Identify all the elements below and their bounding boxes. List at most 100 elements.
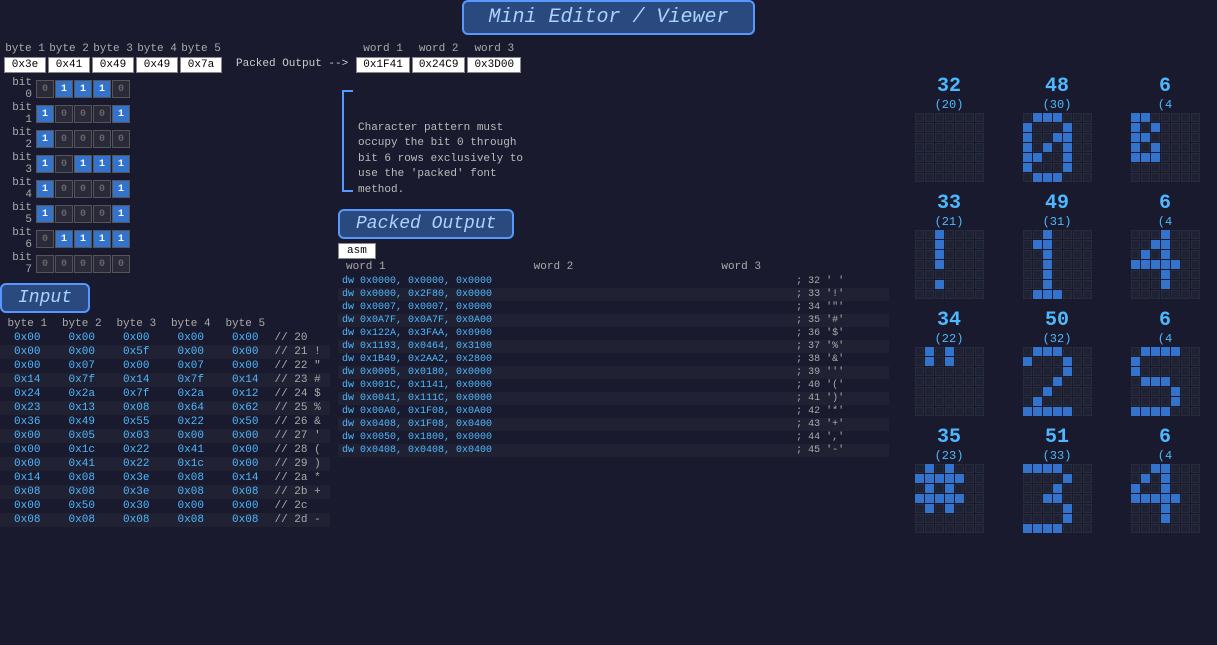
pixel-cell bbox=[945, 230, 954, 239]
packed-dw-cell: dw 0x0007, 0x0007, 0x0000 bbox=[338, 301, 751, 314]
bit-cell: 1 bbox=[74, 155, 92, 173]
pixel-cell bbox=[925, 250, 934, 259]
app-title: Mini Editor / Viewer bbox=[462, 0, 754, 35]
pixel-cell bbox=[1181, 397, 1190, 406]
pixel-cell bbox=[1151, 240, 1160, 249]
pixel-cell bbox=[1131, 387, 1140, 396]
pixel-cell bbox=[945, 377, 954, 386]
pixel-cell bbox=[1033, 474, 1042, 483]
bit-cell: 1 bbox=[112, 105, 130, 123]
pixel-cell bbox=[1073, 133, 1082, 142]
pixel-cell bbox=[935, 153, 944, 162]
pixel-cell bbox=[1141, 377, 1150, 386]
table-cell: 0x00 bbox=[164, 429, 219, 443]
pixel-cell bbox=[1191, 357, 1200, 366]
pixel-cell bbox=[1161, 347, 1170, 356]
pixel-cell bbox=[1053, 494, 1062, 503]
pixel-cell bbox=[1141, 504, 1150, 513]
pixel-cell bbox=[1023, 270, 1032, 279]
packed-dw-cell: dw 0x1B49, 0x2AA2, 0x2800 bbox=[338, 353, 751, 366]
bit-cell: 0 bbox=[112, 255, 130, 273]
pixel-cell bbox=[1043, 357, 1052, 366]
char-number-big: 48 bbox=[1045, 77, 1069, 97]
pixel-cell bbox=[975, 367, 984, 376]
pixel-cell bbox=[1033, 153, 1042, 162]
table-row: 0x000x000x000x000x00// 20 bbox=[0, 331, 330, 345]
pixel-cell bbox=[945, 484, 954, 493]
packed-comment-cell: ; 45 '-' bbox=[751, 444, 889, 457]
pixel-cell bbox=[945, 474, 954, 483]
pixel-cell bbox=[1141, 123, 1150, 132]
pixel-cell bbox=[965, 397, 974, 406]
pixel-cell bbox=[975, 230, 984, 239]
pixel-cell bbox=[1141, 153, 1150, 162]
table-row: dw 0x122A, 0x3FAA, 0x0900; 36 '$' bbox=[338, 327, 889, 340]
pixel-cell bbox=[1033, 123, 1042, 132]
asm-tab[interactable]: asm bbox=[338, 243, 376, 259]
pixel-cell bbox=[1043, 524, 1052, 533]
pixel-cell bbox=[955, 113, 964, 122]
pixel-cell bbox=[1131, 397, 1140, 406]
pixel-cell bbox=[1131, 280, 1140, 289]
pixel-cell bbox=[1171, 484, 1180, 493]
bit-cell: 1 bbox=[112, 230, 130, 248]
pixel-cell bbox=[935, 163, 944, 172]
pixel-cell bbox=[1073, 464, 1082, 473]
input-label: Input bbox=[0, 283, 90, 313]
table-cell: 0x14 bbox=[218, 373, 273, 387]
pixel-cell bbox=[945, 387, 954, 396]
pixel-cell bbox=[1033, 494, 1042, 503]
packed-output-label: Packed Output bbox=[338, 209, 514, 239]
pixel-cell bbox=[1141, 270, 1150, 279]
pixel-cell bbox=[955, 514, 964, 523]
pixel-cell bbox=[1161, 357, 1170, 366]
pixel-cell bbox=[1073, 474, 1082, 483]
pixel-cell bbox=[975, 250, 984, 259]
word-outputs-header: word 1 0x1F41 word 2 0x24C9 word 3 0x3D0… bbox=[356, 43, 521, 73]
pixel-cell bbox=[1131, 484, 1140, 493]
bit-cell: 0 bbox=[74, 205, 92, 223]
pixel-cell bbox=[1023, 153, 1032, 162]
pixel-cell bbox=[1023, 377, 1032, 386]
pixel-cell bbox=[945, 260, 954, 269]
pixel-cell bbox=[915, 250, 924, 259]
pixel-cell bbox=[1131, 377, 1140, 386]
pixel-cell bbox=[1141, 240, 1150, 249]
bit-cell: 0 bbox=[74, 130, 92, 148]
table-cell: // 23 # bbox=[273, 373, 331, 387]
pixel-cell bbox=[975, 260, 984, 269]
pixel-cell bbox=[915, 270, 924, 279]
pixel-cell bbox=[1171, 524, 1180, 533]
pixel-cell bbox=[1141, 357, 1150, 366]
table-row: dw 0x0408, 0x1F08, 0x0400; 43 '+' bbox=[338, 418, 889, 431]
table-cell: 0x3e bbox=[109, 485, 164, 499]
pixel-cell bbox=[1171, 474, 1180, 483]
table-cell: // 29 ) bbox=[273, 457, 331, 471]
pixel-cell bbox=[1033, 484, 1042, 493]
pixel-cell bbox=[1043, 347, 1052, 356]
pixel-cell bbox=[925, 524, 934, 533]
bit-cell: 1 bbox=[112, 180, 130, 198]
bit-cell: 0 bbox=[93, 130, 111, 148]
pixel-cell bbox=[925, 143, 934, 152]
pixel-cell bbox=[975, 280, 984, 289]
pixel-cell bbox=[1063, 484, 1072, 493]
bit-cell: 0 bbox=[55, 180, 73, 198]
pixel-cell bbox=[1161, 474, 1170, 483]
pixel-cell bbox=[1083, 357, 1092, 366]
pixel-cell bbox=[1151, 260, 1160, 269]
pixel-cell bbox=[1033, 270, 1042, 279]
pixel-cell bbox=[1083, 240, 1092, 249]
pixel-cell bbox=[1191, 387, 1200, 396]
pixel-cell bbox=[1181, 494, 1190, 503]
pixel-cell bbox=[965, 524, 974, 533]
pixel-cell bbox=[1053, 514, 1062, 523]
pixel-cell bbox=[1023, 367, 1032, 376]
pixel-cell bbox=[1033, 163, 1042, 172]
pixel-cell bbox=[1171, 357, 1180, 366]
pixel-cell bbox=[1083, 230, 1092, 239]
pixel-cell bbox=[1043, 240, 1052, 249]
pixel-cell bbox=[1033, 113, 1042, 122]
pixel-cell bbox=[1181, 464, 1190, 473]
pixel-cell bbox=[1083, 464, 1092, 473]
